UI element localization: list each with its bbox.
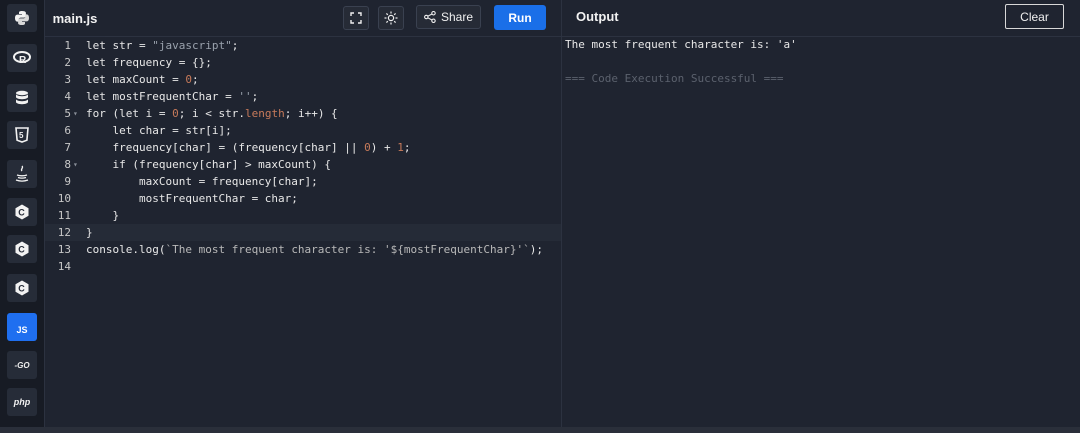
html5-icon[interactable]: 5 [7, 121, 37, 149]
share-label: Share [440, 10, 474, 24]
output-header: Output Clear [562, 0, 1080, 37]
code-text: frequency[char] = (frequency[char] || 0)… [86, 141, 411, 154]
output-title: Output [576, 9, 619, 24]
line-number: 4 [64, 90, 71, 103]
code-text: console.log(`The most frequent character… [86, 243, 543, 256]
code-line[interactable]: 4 let mostFrequentChar = ''; [45, 88, 561, 105]
svg-text:C: C [18, 245, 25, 255]
line-number: 10 [57, 192, 71, 205]
code-line[interactable]: 11 } [45, 207, 561, 224]
sun-icon [384, 11, 398, 25]
code-line[interactable]: 3 let maxCount = 0; [45, 71, 561, 88]
fold-arrow-icon[interactable]: ▾ [73, 156, 78, 173]
fullscreen-button[interactable] [343, 6, 369, 30]
code-line[interactable]: 9 maxCount = frequency[char]; [45, 173, 561, 190]
cpp-icon[interactable]: C [7, 235, 37, 263]
code-text: for (let i = 0; i < str.length; i++) { [86, 107, 338, 120]
java-icon[interactable] [7, 160, 37, 188]
theme-toggle-button[interactable] [378, 6, 404, 30]
code-line[interactable]: 6 let char = str[i]; [45, 122, 561, 139]
output-console: The most frequent character is: 'a' === … [565, 37, 1075, 417]
code-line[interactable]: 13 console.log(`The most frequent charact… [45, 241, 561, 258]
javascript-label: JS [16, 324, 28, 335]
line-number: 2 [64, 56, 71, 69]
php-icon[interactable]: php [7, 388, 37, 416]
code-text: let frequency = {}; [86, 56, 212, 69]
clear-button[interactable]: Clear [1005, 4, 1064, 29]
share-button[interactable]: Share [416, 5, 481, 29]
r-icon[interactable]: R [7, 44, 37, 72]
fold-arrow-icon[interactable]: ▾ [73, 105, 78, 122]
fullscreen-icon [350, 12, 362, 24]
python-icon[interactable] [7, 4, 37, 32]
javascript-icon[interactable]: JS [7, 313, 37, 341]
line-number: 12 [57, 226, 71, 239]
line-number: 9 [64, 175, 71, 188]
code-line[interactable]: 5 ▾ for (let i = 0; i < str.length; i++) { [45, 105, 561, 122]
run-label: Run [508, 10, 532, 25]
bottom-strip [0, 427, 1080, 433]
code-line[interactable]: 10 mostFrequentChar = char; [45, 190, 561, 207]
run-button[interactable]: Run [494, 5, 546, 30]
code-line[interactable]: 14 [45, 258, 561, 275]
csharp-icon[interactable]: C [7, 274, 37, 302]
go-label: -GO [14, 360, 30, 370]
clear-label: Clear [1020, 9, 1049, 24]
database-icon[interactable] [7, 84, 37, 112]
code-text: maxCount = frequency[char]; [86, 175, 318, 188]
code-line[interactable]: 7 frequency[char] = (frequency[char] || … [45, 139, 561, 156]
line-number: 8 [64, 158, 71, 171]
code-text: } [86, 209, 120, 222]
language-sidebar: R 5 C C C JS -GO php [0, 0, 45, 433]
code-line[interactable]: 1 let str = "javascript"; [45, 37, 561, 54]
code-line[interactable]: 2 let frequency = {}; [45, 54, 561, 71]
code-text: let maxCount = 0; [86, 73, 199, 86]
c-icon[interactable]: C [7, 198, 37, 226]
line-number: 1 [64, 39, 71, 52]
code-line[interactable]: 12} [45, 224, 561, 241]
code-text: let char = str[i]; [86, 124, 232, 137]
code-editor[interactable]: 1 let str = "javascript"; 2 let frequency =… [45, 37, 561, 427]
line-number: 7 [64, 141, 71, 154]
line-number: 6 [64, 124, 71, 137]
output-result-line: The most frequent character is: 'a' [565, 38, 797, 51]
line-number: 14 [57, 260, 71, 273]
line-number: 5 [64, 107, 71, 120]
line-number: 11 [57, 209, 71, 222]
output-status-line: === Code Execution Successful === [565, 72, 784, 85]
editor-toolbar: main.js Share Run [45, 0, 561, 38]
line-number: 13 [57, 243, 71, 256]
line-number: 3 [64, 73, 71, 86]
go-icon[interactable]: -GO [7, 351, 37, 379]
code-text: let mostFrequentChar = ''; [86, 90, 259, 103]
panel-divider[interactable] [561, 0, 562, 427]
svg-text:5: 5 [19, 131, 24, 140]
svg-text:C: C [18, 208, 25, 218]
code-text: mostFrequentChar = char; [86, 192, 298, 205]
file-tab[interactable]: main.js [45, 0, 105, 38]
share-icon [424, 11, 436, 23]
code-text: let str = "javascript"; [86, 39, 239, 52]
svg-text:R: R [19, 55, 27, 65]
file-name: main.js [52, 10, 98, 26]
code-text: } [86, 226, 93, 239]
code-text: if (frequency[char] > maxCount) { [86, 158, 332, 171]
php-label: php [13, 397, 31, 407]
svg-text:C: C [18, 284, 25, 294]
code-line[interactable]: 8 ▾ if (frequency[char] > maxCount) { [45, 156, 561, 173]
